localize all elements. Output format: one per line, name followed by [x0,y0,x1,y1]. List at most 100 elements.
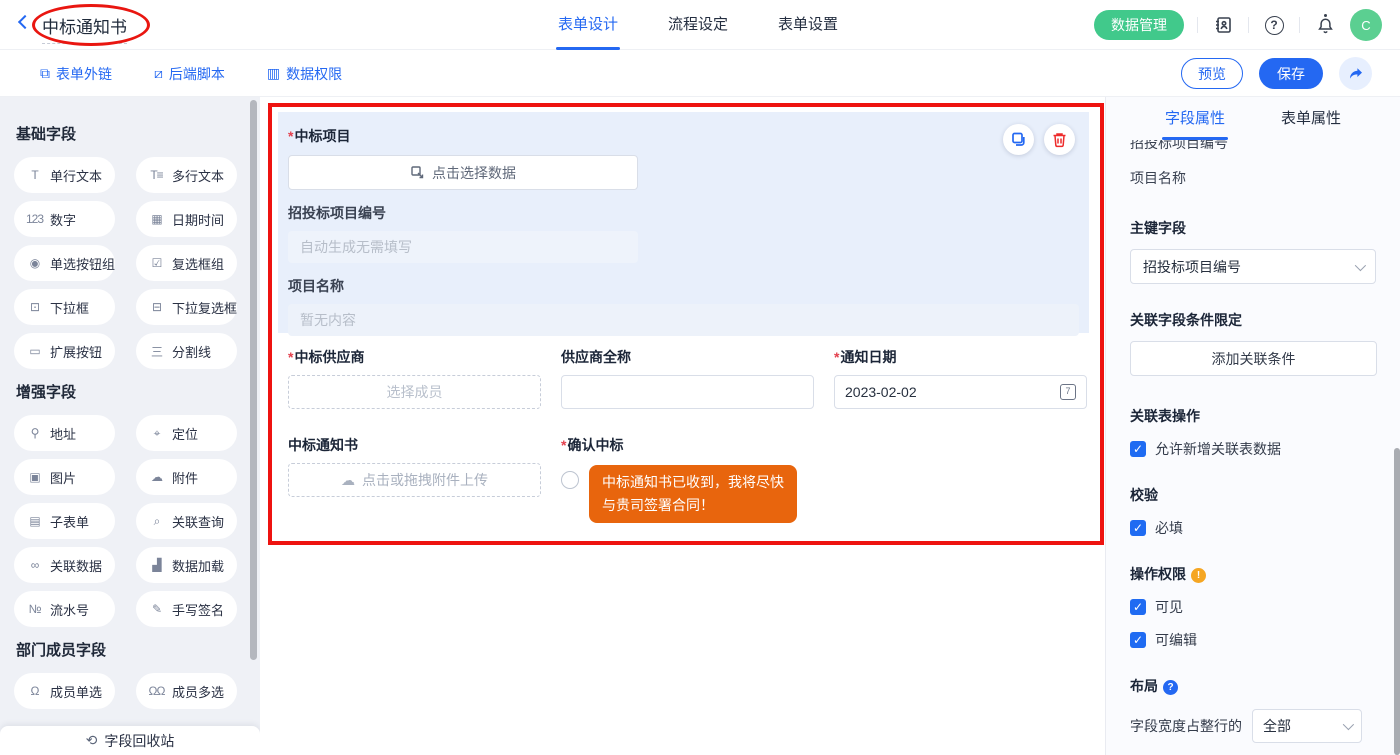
member-picker-input[interactable]: 选择成员 [288,375,541,409]
field-item-label: 单行文本 [50,166,102,185]
field-item-attachment[interactable]: ☁ 附件 [136,459,237,495]
bid-no-input[interactable]: 自动生成无需填写 [288,231,638,263]
sidebar-section-title: 基础字段 [16,123,246,144]
divider [1248,17,1249,33]
editable-checkbox[interactable]: ✓ 可编辑 [1130,630,1376,650]
tab-form-properties[interactable]: 表单属性 [1281,97,1341,140]
field-item-member-multi[interactable]: ΩΩ成员多选 [136,673,237,709]
add-condition-button[interactable]: 添加关联条件 [1130,341,1377,376]
notice-date-field[interactable]: *通知日期 2023-02-02 7 [834,347,1087,409]
sidebar-section-title: 部门成员字段 [16,639,246,660]
field-item-linked-query[interactable]: ⌕关联查询 [136,503,237,539]
field-item-data-load[interactable]: ▟数据加载 [136,547,237,583]
field-item-subform[interactable]: ▤子表单 [14,503,115,539]
app-header: 中标通知书 表单设计 流程设定 表单设置 数据管理 ? C [0,0,1400,50]
visible-checkbox[interactable]: ✓ 可见 [1130,597,1376,617]
pick-data-button[interactable]: 点击选择数据 [288,155,638,190]
copy-icon [1010,131,1027,148]
tab-form-setting[interactable]: 表单设置 [776,0,840,50]
avatar[interactable]: C [1350,9,1382,41]
field-item-address[interactable]: ⚲地址 [14,415,115,451]
contacts-icon[interactable] [1211,13,1235,37]
tab-form-design[interactable]: 表单设计 [556,0,620,50]
image-icon: ▣ [26,470,43,484]
field-item-serial-number[interactable]: №流水号 [14,591,115,627]
pill-button-icon: ▭ [26,344,43,358]
preview-button[interactable]: 预览 [1181,58,1243,89]
field-item-label: 成员多选 [172,682,224,701]
field-item-label: 成员单选 [50,682,102,701]
confirm-option-label[interactable]: 中标通知书已收到，我将尽快 与贵司签署合同！ [589,465,797,523]
form-canvas[interactable]: *中标项目 点击选择数据 招投标项目编号 自动生成无需填写 项目名称 暂无内容 [260,97,1105,755]
page-scrollbar[interactable] [1394,448,1400,755]
field-item-signature[interactable]: ✎手写签名 [136,591,237,627]
field-item-member-single[interactable]: Ω成员单选 [14,673,115,709]
link-icon: ⧉ [40,65,50,82]
share-button[interactable] [1339,57,1372,90]
date-input[interactable]: 2023-02-02 7 [834,375,1087,409]
field-item-linked-data[interactable]: ∞关联数据 [14,547,115,583]
sidebar-scrollbar[interactable] [250,100,257,660]
field-item-radio-group[interactable]: ◉单选按钮组 [14,245,115,281]
backend-script-link[interactable]: ⧄后端脚本 [154,64,225,84]
field-item-label: 关联查询 [172,512,224,531]
field-name-row[interactable]: 项目名称 [1130,168,1376,188]
dropdown-icon: ⊡ [26,300,43,314]
help-icon[interactable]: ? [1262,13,1286,37]
map-pin-icon: ⚲ [26,426,43,440]
allow-add-linked-data-checkbox[interactable]: ✓ 允许新增关联表数据 [1130,439,1376,459]
upload-attachment-button[interactable]: ☁ 点击或拖拽附件上传 [288,463,541,497]
field-item-date-time[interactable]: ▦日期时间 [136,201,237,237]
calendar-icon: 7 [1060,384,1076,400]
data-permission-link[interactable]: ▥数据权限 [267,64,342,84]
back-button[interactable] [18,15,32,29]
tab-flow-setting[interactable]: 流程设定 [666,0,730,50]
field-item-location[interactable]: ⌖定位 [136,415,237,451]
save-button[interactable]: 保存 [1259,58,1323,89]
code-icon: ⧄ [154,65,163,82]
supplier-field[interactable]: *中标供应商 选择成员 [288,347,541,409]
field-item-label: 手写签名 [172,600,224,619]
help-circle-icon[interactable]: ? [1163,680,1178,695]
checked-checkbox-icon: ✓ [1130,441,1146,457]
notification-bell-icon[interactable] [1313,13,1337,37]
field-item-multi-select[interactable]: ⊟下拉复选框 [136,289,237,325]
confirm-field[interactable]: *确认中标 中标通知书已收到，我将尽快 与贵司签署合同！ [561,435,981,523]
confirm-radio[interactable] [561,471,579,489]
data-manage-button[interactable]: 数据管理 [1094,10,1184,40]
field-label: 项目名称 [288,276,1079,296]
field-item-label: 附件 [172,468,198,487]
supplier-name-field[interactable]: 供应商全称 [561,347,814,409]
tab-field-properties[interactable]: 字段属性 [1165,97,1225,140]
warning-icon[interactable]: ! [1191,568,1206,583]
checked-checkbox-icon: ✓ [1130,599,1146,615]
field-item-select[interactable]: ⊡下拉框 [14,289,115,325]
field-item-checkbox-group[interactable]: ☑复选框组 [136,245,237,281]
field-item-multi-line-text[interactable]: T≡多行文本 [136,157,237,193]
field-item-image[interactable]: ▣图片 [14,459,115,495]
primary-key-select[interactable]: 招投标项目编号 [1130,249,1376,284]
delete-field-button[interactable] [1044,124,1075,155]
project-name-input[interactable]: 暂无内容 [288,304,1079,336]
field-item-extend-button[interactable]: ▭扩展按钮 [14,333,115,369]
notice-file-field[interactable]: 中标通知书 ☁ 点击或拖拽附件上传 [288,435,541,523]
field-item-number[interactable]: 123数字 [14,201,115,237]
duplicate-field-button[interactable] [1003,124,1034,155]
properties-panel: 字段属性 表单属性 招投标项目编号 项目名称 主键字段 招投标项目编号 关联字段… [1105,97,1400,755]
supplier-name-input[interactable] [561,375,814,409]
validation-title: 校验 [1130,485,1376,505]
cloud-upload-icon: ☁ [148,470,165,484]
field-item-divider[interactable]: 三分割线 [136,333,237,369]
field-width-select[interactable]: 全部 [1252,709,1362,743]
cloud-upload-icon: ☁ [341,472,355,489]
selected-field-block[interactable]: *中标项目 点击选择数据 招投标项目编号 自动生成无需填写 项目名称 暂无内容 [278,112,1089,333]
field-item-single-line-text[interactable]: T单行文本 [14,157,115,193]
form-external-link[interactable]: ⧉表单外链 [40,64,112,84]
clipped-field-row: 招投标项目编号 [1130,140,1376,153]
serial-icon: № [26,602,43,616]
page-title[interactable]: 中标通知书 [42,13,127,44]
required-checkbox[interactable]: ✓ 必填 [1130,518,1376,538]
field-recycle-bin[interactable]: ⟲ 字段回收站 [0,726,260,755]
condition-title: 关联字段条件限定 [1130,310,1376,330]
permissions-title: 操作权限! [1130,564,1376,584]
